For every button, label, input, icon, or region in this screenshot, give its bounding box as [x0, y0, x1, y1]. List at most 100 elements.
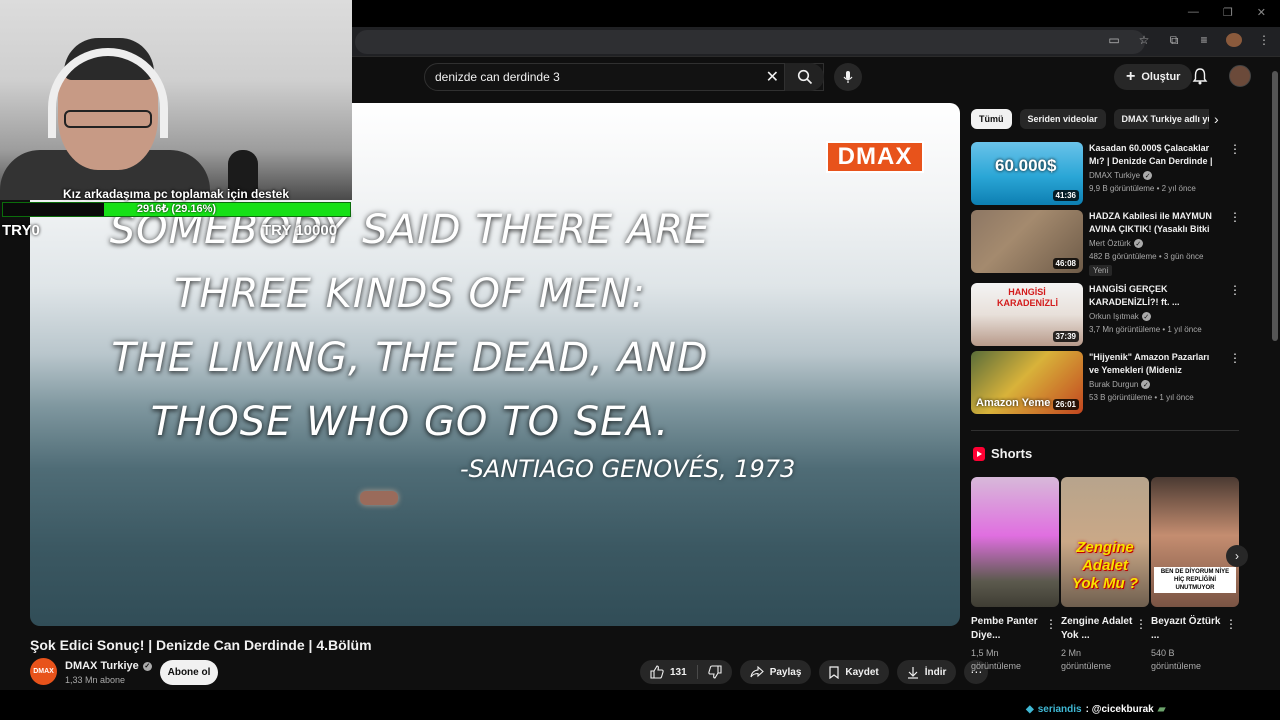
user-avatar[interactable] — [1229, 65, 1251, 87]
bookmark-star-icon[interactable]: ☆ — [1136, 33, 1152, 50]
chip-uploader[interactable]: DMAX Turkiye adlı yükleyici — [1113, 109, 1209, 129]
close-window-icon[interactable]: ✕ — [1257, 6, 1266, 19]
chevron-right-icon: › — [1235, 549, 1239, 563]
quote-line: THE LIVING, THE DEAD, AND — [111, 335, 709, 381]
chip-series[interactable]: Seriden videolar — [1019, 109, 1106, 129]
short-item[interactable]: BEN DE DİYORUM NİYE HİÇ REPLİĞİNİ UNUTMU… — [1151, 477, 1239, 673]
share-button[interactable]: Paylaş — [739, 660, 812, 684]
quote-line: THREE KINDS OF MEN: — [174, 271, 646, 317]
thumbs-up-icon — [650, 665, 664, 679]
voice-search-button[interactable] — [834, 63, 862, 91]
video-thumbnail[interactable]: HANGİSİ KARADENİZLİ 37:39 — [971, 283, 1083, 346]
channel-text: Orkun Işıtmak — [1089, 312, 1139, 321]
more-vertical-icon[interactable]: ⋮ — [1045, 617, 1057, 631]
plus-icon: + — [1126, 68, 1136, 85]
recommendation-title[interactable]: HANGİSİ GERÇEK KARADENİZLİ?! ft. ... — [1089, 283, 1217, 309]
save-button[interactable]: Kaydet — [819, 660, 889, 684]
recommendation-item[interactable]: HANGİSİ KARADENİZLİ 37:39 HANGİSİ GERÇEK… — [971, 283, 1241, 347]
recommendation-meta: 3,7 Mn görüntüleme • 1 yıl önce — [1089, 325, 1202, 334]
share-icon — [750, 666, 764, 678]
short-item[interactable]: Zengine Adalet Yok Mu ? Zengine Adalet Y… — [1061, 477, 1149, 673]
short-thumbnail[interactable]: Zengine Adalet Yok Mu ? — [1061, 477, 1149, 607]
more-vertical-icon[interactable]: ⋮ — [1229, 210, 1241, 224]
profile-icon[interactable] — [1226, 33, 1242, 50]
share-label: Paylaş — [769, 666, 802, 678]
more-vertical-icon[interactable]: ⋮ — [1229, 142, 1241, 156]
search-icon — [797, 69, 812, 85]
recommendation-title[interactable]: Kasadan 60.000$ Çalacaklar Mı? | Denizde… — [1089, 142, 1217, 168]
short-title[interactable]: Beyazıt Öztürk ... — [1151, 615, 1223, 643]
scrollbar-thumb[interactable] — [1272, 71, 1278, 341]
chat-badge-icon: ◆ — [1026, 704, 1034, 715]
video-thumbnail[interactable]: 60.000$ 41:36 — [971, 142, 1083, 205]
recommendation-item[interactable]: Amazon Yeme 26:01 "Hijyenik" Amazon Paza… — [971, 351, 1241, 415]
verified-check-icon: ✓ — [142, 661, 152, 671]
verified-check-icon: ✓ — [1143, 171, 1153, 180]
download-button[interactable]: İndir — [896, 660, 957, 684]
video-duration: 26:01 — [1052, 399, 1079, 410]
recommendation-title[interactable]: "Hijyenik" Amazon Pazarları ve Yemekleri… — [1089, 351, 1217, 377]
media-controls-icon[interactable]: ≡ — [1196, 33, 1212, 50]
subscribe-button[interactable]: Abone ol — [160, 660, 218, 685]
chat-emote-icon: ▰ — [1157, 704, 1166, 715]
recommendation-channel: Mert Öztürk ✓ — [1089, 239, 1143, 248]
url-field[interactable] — [355, 30, 1145, 54]
recommendation-item[interactable]: 46:08 HADZA Kabilesi ile MAYMUN AVINA ÇI… — [971, 210, 1241, 276]
channel-watermark-logo: DMAX — [826, 141, 924, 173]
minimize-icon[interactable]: — — [1188, 6, 1199, 19]
more-vertical-icon[interactable]: ⋮ — [1225, 617, 1237, 631]
dislike-button[interactable] — [698, 660, 732, 684]
more-vertical-icon[interactable]: ⋮ — [1229, 283, 1241, 297]
short-thumbnail[interactable]: BEN DE DİYORUM NİYE HİÇ REPLİĞİNİ UNUTMU… — [1151, 477, 1239, 607]
more-vertical-icon[interactable]: ⋮ — [1135, 617, 1147, 631]
restore-icon[interactable]: ❐ — [1223, 6, 1233, 19]
short-thumbnail[interactable] — [971, 477, 1059, 607]
recommendation-title[interactable]: HADZA Kabilesi ile MAYMUN AVINA ÇIKTIK! … — [1089, 210, 1217, 236]
channel-avatar[interactable]: DMAX — [30, 658, 57, 685]
donation-progress-text: 2916₺ (29.16%) — [136, 203, 217, 215]
download-icon — [907, 666, 918, 679]
browser-toolbar-icons: ▭ ☆ ⧉ ≡ ⋮ — [1106, 33, 1272, 50]
channel-text: Mert Öztürk — [1089, 239, 1131, 248]
recommendation-channel: Orkun Işıtmak ✓ — [1089, 312, 1151, 321]
sidebar-divider — [971, 430, 1239, 431]
video-thumbnail[interactable]: 46:08 — [971, 210, 1083, 273]
chip-all[interactable]: Tümü — [971, 109, 1012, 129]
short-title[interactable]: Zengine Adalet Yok ... — [1061, 615, 1133, 643]
chat-text: : @cicekburak — [1085, 704, 1154, 715]
clear-search-icon[interactable]: ✕ — [766, 67, 779, 87]
search-input[interactable]: denizde can derdinde 3 ✕ — [424, 63, 824, 91]
cast-icon[interactable]: ▭ — [1106, 33, 1122, 50]
video-thumbnail[interactable]: Amazon Yeme 26:01 — [971, 351, 1083, 414]
short-item[interactable]: Pembe Panter Diye... 1,5 Mn görüntüleme … — [971, 477, 1059, 673]
channel-name-text[interactable]: DMAX Turkiye — [65, 660, 139, 672]
stream-chat-bar: ◆ seriandis : @cicekburak ▰ — [0, 690, 1280, 720]
save-label: Kaydet — [845, 666, 879, 678]
recommendation-meta: 9,9 B görüntüleme • 2 yıl önce — [1089, 184, 1196, 193]
more-vertical-icon[interactable]: ⋮ — [1229, 351, 1241, 365]
create-button[interactable]: + Oluştur — [1114, 64, 1193, 90]
short-title[interactable]: Pembe Panter Diye... — [971, 615, 1043, 643]
short-thumbnail-caption: Zengine Adalet Yok Mu ? — [1071, 539, 1139, 592]
extensions-icon[interactable]: ⧉ — [1166, 33, 1182, 50]
window-controls: — ❐ ✕ — [1188, 6, 1266, 19]
chevron-right-icon[interactable]: › — [1214, 111, 1219, 127]
microphone-icon — [843, 71, 853, 83]
short-views: 1,5 Mn görüntüleme — [971, 648, 1022, 671]
video-title: Şok Edici Sonuç! | Denizde Can Derdinde … — [30, 637, 372, 653]
browser-menu-icon[interactable]: ⋮ — [1256, 33, 1272, 50]
like-button[interactable]: 131 — [640, 660, 697, 684]
search-query: denizde can derdinde 3 — [435, 70, 560, 84]
short-views: 540 B görüntüleme — [1151, 648, 1202, 671]
shorts-header: Shorts — [973, 446, 1032, 461]
recommendation-item[interactable]: 60.000$ 41:36 Kasadan 60.000$ Çalacaklar… — [971, 142, 1241, 206]
channel-name[interactable]: DMAX Turkiye ✓ — [65, 660, 152, 672]
shorts-next-button[interactable]: › — [1226, 545, 1248, 567]
search-button[interactable] — [784, 63, 824, 91]
like-dislike-group: 131 — [640, 660, 732, 684]
download-label: İndir — [924, 666, 947, 678]
notifications-bell-icon[interactable] — [1192, 67, 1208, 90]
thumbnail-caption: HANGİSİ KARADENİZLİ — [997, 287, 1058, 308]
page-scrollbar[interactable] — [1270, 57, 1280, 690]
streamer-webcam — [0, 0, 352, 200]
